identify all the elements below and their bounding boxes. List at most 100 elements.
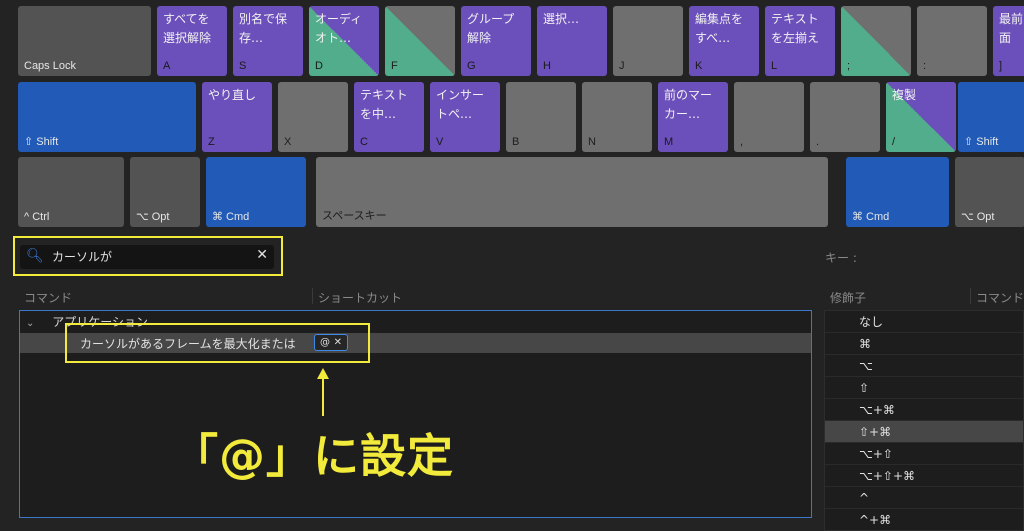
key-command-label: 選択… — [543, 12, 580, 26]
key-label: V — [436, 136, 444, 148]
key-label: ⌥ Opt — [136, 211, 170, 223]
key-label: , — [740, 136, 744, 148]
modifier-row[interactable]: ^+⌘ — [825, 509, 1023, 530]
key-command-label: 編集点を すべ… — [695, 12, 744, 45]
key-a[interactable]: すべてを 選択解除 A — [157, 6, 227, 76]
key-label: ⇧ Shift — [964, 136, 999, 148]
key-[interactable]: . — [810, 82, 880, 152]
key-label: ⌥ Opt — [961, 211, 995, 223]
column-header-command-2[interactable]: コマンド — [976, 289, 1024, 306]
key-label: : — [923, 60, 927, 72]
key-[interactable]: ; — [841, 6, 911, 76]
key-label: K — [695, 60, 703, 72]
key-command-label: やり直し — [208, 88, 257, 102]
row-highlight-box — [65, 323, 370, 363]
key-label: A — [163, 60, 171, 72]
key-cmd[interactable]: ⌘ Cmd — [846, 157, 949, 227]
key-command-label: 前のマー カー… — [664, 88, 713, 121]
key-n[interactable]: N — [582, 82, 652, 152]
key-cmd[interactable]: ⌘ Cmd — [206, 157, 306, 227]
key-label: D — [315, 60, 323, 72]
key-opt[interactable]: ⌥ Opt — [955, 157, 1024, 227]
column-divider[interactable] — [312, 288, 313, 304]
key-label: S — [239, 60, 247, 72]
arrow-line — [322, 378, 324, 416]
key-shift[interactable]: ⇧ Shift — [958, 82, 1024, 152]
key-capslock[interactable]: Caps Lock — [18, 6, 151, 76]
key-label: Z — [208, 136, 215, 148]
key-command-label: 別名で保 存… — [239, 12, 288, 45]
key-[interactable]: : — [917, 6, 987, 76]
key-[interactable]: 最前面] — [993, 6, 1024, 76]
key-[interactable]: , — [734, 82, 804, 152]
key-command-label: テキスト を中… — [360, 88, 408, 121]
key-label: H — [543, 60, 551, 72]
key-shift[interactable]: ⇧ Shift — [18, 82, 196, 152]
column-header-shortcut[interactable]: ショートカット — [318, 289, 402, 306]
modifier-row[interactable]: ⌥+⌘ — [825, 399, 1023, 421]
modifier-row[interactable]: ⌘ — [825, 333, 1023, 355]
key-[interactable]: スペースキー — [316, 157, 828, 227]
key-label: ⌘ Cmd — [852, 211, 890, 223]
key-g[interactable]: グループ 解除 G — [461, 6, 531, 76]
key-label: スペースキー — [322, 210, 387, 222]
key-f[interactable]: F — [385, 6, 455, 76]
modifier-row[interactable]: ⌥+⇧+⌘ — [825, 465, 1023, 487]
key-label: J — [619, 60, 625, 72]
key-m[interactable]: 前のマー カー… M — [658, 82, 728, 152]
key-label: L — [771, 60, 778, 72]
key-label: ^ Ctrl — [24, 211, 50, 223]
column-header-modifier[interactable]: 修飾子 — [830, 289, 866, 306]
key-label: C — [360, 136, 368, 148]
modifier-row[interactable]: ⌥ — [825, 355, 1023, 377]
key-opt[interactable]: ⌥ Opt — [130, 157, 200, 227]
key-label: / — [892, 136, 896, 148]
key-x[interactable]: X — [278, 82, 348, 152]
modifier-row[interactable]: ⌥+⇧ — [825, 443, 1023, 465]
key-h[interactable]: 選択… H — [537, 6, 607, 76]
key-d[interactable]: オーディ オト… D — [309, 6, 379, 76]
column-header-command[interactable]: コマンド — [24, 289, 72, 306]
key-command-label: 複製 — [892, 88, 917, 102]
modifier-row[interactable]: ⇧+⌘ — [825, 421, 1023, 443]
key-label: B — [512, 136, 520, 148]
key-command-label: グループ 解除 — [467, 12, 515, 45]
key-label: キー : — [825, 251, 857, 265]
key-s[interactable]: 別名で保 存… S — [233, 6, 303, 76]
search-field[interactable]: 🔍︎ ✕ — [20, 245, 274, 269]
search-input[interactable] — [52, 245, 242, 269]
key-ctrl[interactable]: ^ Ctrl — [18, 157, 124, 227]
key-l[interactable]: テキスト を左揃え L — [765, 6, 835, 76]
key-label: F — [391, 60, 398, 72]
modifier-row[interactable]: なし — [825, 311, 1023, 333]
key-[interactable]: 複製 / — [886, 82, 956, 152]
chevron-down-icon[interactable]: ⌄ — [26, 318, 34, 329]
modifier-row[interactable]: ^ — [825, 487, 1023, 509]
key-command-label: 最前面 — [999, 12, 1024, 45]
key-label: X — [284, 136, 292, 148]
key-v[interactable]: インサー トペ… V — [430, 82, 500, 152]
key-label: ] — [999, 60, 1003, 72]
key-label: G — [467, 60, 476, 72]
key-label: . — [816, 136, 820, 148]
key-command-label: テキスト を左揃え — [771, 12, 820, 45]
modifier-row[interactable]: ⇧ — [825, 377, 1023, 399]
modifier-list[interactable]: なし ⌘ ⌥ ⇧ ⌥+⌘ ⇧+⌘ ⌥+⇧ ⌥+⇧+⌘ ^ ^+⌘ — [824, 310, 1024, 531]
key-b[interactable]: B — [506, 82, 576, 152]
column-divider[interactable] — [970, 288, 971, 304]
search-icon: 🔍︎ — [26, 248, 44, 264]
key-label: ; — [847, 60, 851, 72]
key-label: N — [588, 136, 596, 148]
key-label: Caps Lock — [24, 60, 76, 72]
key-j[interactable]: J — [613, 6, 683, 76]
key-command-label: すべてを 選択解除 — [163, 12, 212, 45]
key-label: ⇧ Shift — [24, 136, 59, 148]
key-k[interactable]: 編集点を すべ… K — [689, 6, 759, 76]
key-label: M — [664, 136, 674, 148]
key-z[interactable]: やり直し Z — [202, 82, 272, 152]
key-command-label: インサー トペ… — [436, 88, 485, 121]
key-label: ⌘ Cmd — [212, 211, 250, 223]
key-c[interactable]: テキスト を中… C — [354, 82, 424, 152]
annotation-text: 「@」に設定 — [172, 429, 454, 483]
close-icon[interactable]: ✕ — [256, 247, 268, 263]
